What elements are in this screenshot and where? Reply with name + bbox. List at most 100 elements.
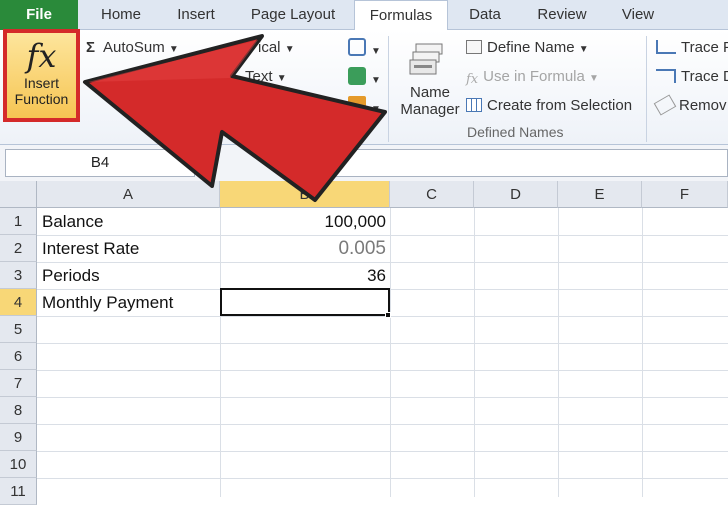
tab-home[interactable]: Home bbox=[86, 0, 156, 30]
formula-input[interactable] bbox=[327, 149, 728, 177]
row-header-5[interactable]: 5 bbox=[0, 316, 37, 343]
tab-view[interactable]: View bbox=[608, 0, 668, 30]
tab-review[interactable]: Review bbox=[524, 0, 600, 30]
fx-icon: fx bbox=[26, 37, 57, 75]
trace-precedents-icon bbox=[656, 40, 676, 54]
column-header-c[interactable]: C bbox=[390, 181, 474, 208]
cell-a2[interactable]: Interest Rate bbox=[42, 235, 139, 262]
row-header-4[interactable]: 4 bbox=[0, 289, 37, 316]
gridline bbox=[37, 424, 728, 425]
remove-arrows-button[interactable]: Remov bbox=[653, 94, 727, 116]
insert-function-label-1: Insert bbox=[23, 75, 59, 91]
logical-button[interactable]: ical ▼ bbox=[258, 39, 295, 56]
eraser-icon bbox=[653, 94, 677, 116]
tab-insert[interactable]: Insert bbox=[160, 0, 232, 30]
name-manager-button[interactable]: Name Manager bbox=[400, 84, 460, 118]
gridline bbox=[37, 316, 728, 317]
theta-icon bbox=[348, 67, 366, 85]
defined-names-group-label: Defined Names bbox=[467, 124, 564, 140]
cell-b3[interactable]: 36 bbox=[222, 262, 386, 289]
chevron-down-icon: ▼ bbox=[371, 104, 381, 115]
cell-b2[interactable]: 0.005 bbox=[222, 235, 386, 262]
column-header-b[interactable]: B bbox=[220, 181, 390, 208]
row-header-10[interactable]: 10 bbox=[0, 451, 37, 478]
gridline bbox=[390, 208, 391, 497]
autosum-label: AutoSum bbox=[103, 39, 165, 56]
gridline bbox=[37, 451, 728, 452]
column-header-f[interactable]: F bbox=[642, 181, 728, 208]
autosum-button[interactable]: Σ AutoSum ▼ bbox=[86, 39, 179, 56]
row-header-11[interactable]: 11 bbox=[0, 478, 37, 505]
name-manager-label-2: Manager bbox=[400, 101, 460, 118]
remove-arrows-label: Remov bbox=[679, 97, 727, 114]
sigma-icon: Σ bbox=[86, 39, 96, 56]
ribbon-separator bbox=[646, 36, 647, 142]
cell-b1[interactable]: 100,000 bbox=[222, 208, 386, 235]
more-functions-button[interactable]: ▼ bbox=[348, 96, 381, 116]
trace-precedents-button[interactable]: Trace P bbox=[656, 39, 728, 56]
trace-dependents-icon bbox=[656, 69, 676, 83]
logical-label: ical bbox=[258, 39, 281, 56]
formula-bar: B4 fx bbox=[0, 145, 728, 181]
gridline bbox=[37, 343, 728, 344]
row-header-9[interactable]: 9 bbox=[0, 424, 37, 451]
trace-precedents-label: Trace P bbox=[681, 39, 728, 56]
row-header-2[interactable]: 2 bbox=[0, 235, 37, 262]
tab-page-layout[interactable]: Page Layout bbox=[238, 0, 348, 30]
grid-icon bbox=[466, 98, 482, 112]
chevron-down-icon: ▼ bbox=[284, 44, 295, 55]
ribbon-separator bbox=[388, 36, 389, 142]
name-manager-icon bbox=[409, 43, 443, 75]
text-label: Text bbox=[245, 68, 273, 85]
fx-small-icon: fx bbox=[466, 72, 479, 87]
tab-data[interactable]: Data bbox=[456, 0, 514, 30]
ribbon-tabs: File Home Insert Page Layout Formulas Da… bbox=[0, 0, 728, 31]
trace-dependents-button[interactable]: Trace D bbox=[656, 68, 728, 85]
use-in-formula-button[interactable]: fx Use in Formula ▼ bbox=[466, 68, 599, 87]
chevron-down-icon: ▼ bbox=[371, 75, 381, 86]
create-from-selection-button[interactable]: Create from Selection bbox=[466, 97, 632, 114]
books-icon bbox=[348, 96, 366, 114]
chevron-down-icon: ▼ bbox=[322, 102, 333, 113]
math-trig-button[interactable]: ▼ bbox=[348, 67, 381, 87]
insert-function-button[interactable]: fx Insert Function bbox=[3, 29, 80, 122]
cell-a3[interactable]: Periods bbox=[42, 262, 100, 289]
use-in-formula-label: Use in Formula bbox=[483, 68, 585, 85]
define-name-button[interactable]: Define Name ▼ bbox=[466, 39, 589, 56]
tab-file[interactable]: File bbox=[0, 0, 78, 30]
datetime-button[interactable]: & Time ▼ bbox=[272, 97, 333, 114]
gridline bbox=[642, 208, 643, 497]
text-button[interactable]: Text ▼ bbox=[245, 68, 287, 85]
active-cell-b4[interactable] bbox=[220, 288, 390, 316]
create-from-selection-label: Create from Selection bbox=[487, 97, 633, 114]
chevron-down-icon: ▼ bbox=[276, 73, 287, 84]
row-header-3[interactable]: 3 bbox=[0, 262, 37, 289]
select-all-corner[interactable] bbox=[0, 181, 37, 208]
gridline bbox=[37, 370, 728, 371]
gridline bbox=[37, 397, 728, 398]
chevron-down-icon: ▼ bbox=[578, 44, 589, 55]
cell-a4[interactable]: Monthly Payment bbox=[42, 289, 173, 316]
column-header-d[interactable]: D bbox=[474, 181, 558, 208]
fill-handle[interactable] bbox=[385, 312, 391, 318]
tab-formulas[interactable]: Formulas bbox=[354, 0, 448, 31]
trace-dependents-label: Trace D bbox=[681, 68, 728, 85]
column-header-a[interactable]: A bbox=[37, 181, 220, 208]
row-header-1[interactable]: 1 bbox=[0, 208, 37, 235]
lookup-icon bbox=[348, 38, 366, 56]
row-header-7[interactable]: 7 bbox=[0, 370, 37, 397]
chevron-down-icon: ▼ bbox=[589, 73, 599, 84]
chevron-down-icon: ▼ bbox=[371, 46, 381, 57]
row-header-6[interactable]: 6 bbox=[0, 343, 37, 370]
name-manager-label-1: Name bbox=[409, 84, 450, 101]
chevron-down-icon: ▼ bbox=[168, 44, 179, 55]
cell-a1[interactable]: Balance bbox=[42, 208, 103, 235]
fx-icon[interactable]: fx bbox=[302, 151, 317, 170]
datetime-label: & Time bbox=[272, 97, 319, 114]
lookup-reference-button[interactable]: ▼ bbox=[348, 38, 381, 58]
gridline bbox=[220, 208, 221, 497]
name-box[interactable]: B4 bbox=[5, 149, 195, 177]
row-header-8[interactable]: 8 bbox=[0, 397, 37, 424]
gridline bbox=[558, 208, 559, 497]
column-header-e[interactable]: E bbox=[558, 181, 642, 208]
